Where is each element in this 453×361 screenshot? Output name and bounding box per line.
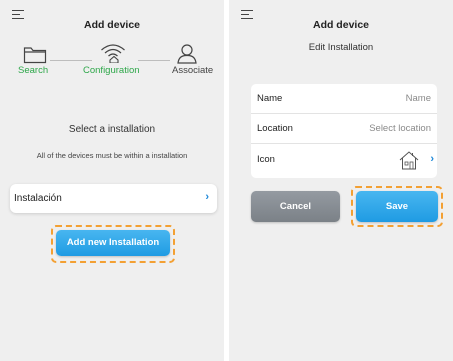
menu-icon[interactable]: [12, 10, 24, 20]
location-field-row[interactable]: Location Select location: [251, 114, 437, 144]
icon-label: Icon: [257, 154, 275, 165]
house-icon[interactable]: [398, 149, 420, 171]
chevron-right-icon: ›: [205, 191, 209, 203]
installation-row[interactable]: Instalación ›: [10, 184, 217, 213]
select-installation-heading: Select a installation: [68, 124, 156, 135]
select-installation-hint: All of the devices must be within a inst…: [36, 151, 188, 160]
installation-form: Name Name Location Select location Icon …: [251, 84, 437, 178]
add-device-screen: Add device Search Configuration Associat…: [0, 0, 224, 361]
page-title: Add device: [83, 19, 141, 31]
folder-icon: [23, 47, 47, 64]
add-installation-button[interactable]: Add new Installation: [56, 230, 170, 256]
name-field-row[interactable]: Name Name: [251, 84, 437, 114]
name-input[interactable]: Name: [406, 93, 431, 104]
save-button[interactable]: Save: [356, 191, 438, 222]
installation-label: Instalación: [14, 193, 62, 204]
page-subtitle: Edit Installation: [308, 42, 374, 53]
location-select[interactable]: Select location: [369, 123, 431, 134]
step-connector: [138, 60, 170, 61]
step-label-search: Search: [18, 65, 49, 76]
user-icon: [177, 44, 197, 64]
location-label: Location: [257, 123, 293, 134]
edit-installation-screen: Add device Edit Installation Name Name L…: [229, 0, 453, 361]
menu-icon[interactable]: [241, 10, 253, 20]
chevron-right-icon: ›: [430, 153, 434, 165]
step-label-associate: Associate: [172, 65, 214, 76]
cancel-button[interactable]: Cancel: [251, 191, 340, 222]
step-label-configuration: Configuration: [83, 65, 140, 76]
icon-field-row[interactable]: Icon ›: [251, 144, 437, 177]
name-label: Name: [257, 93, 283, 104]
wifi-home-icon: [101, 44, 125, 63]
page-title: Add device: [312, 19, 370, 31]
step-connector: [50, 60, 92, 61]
